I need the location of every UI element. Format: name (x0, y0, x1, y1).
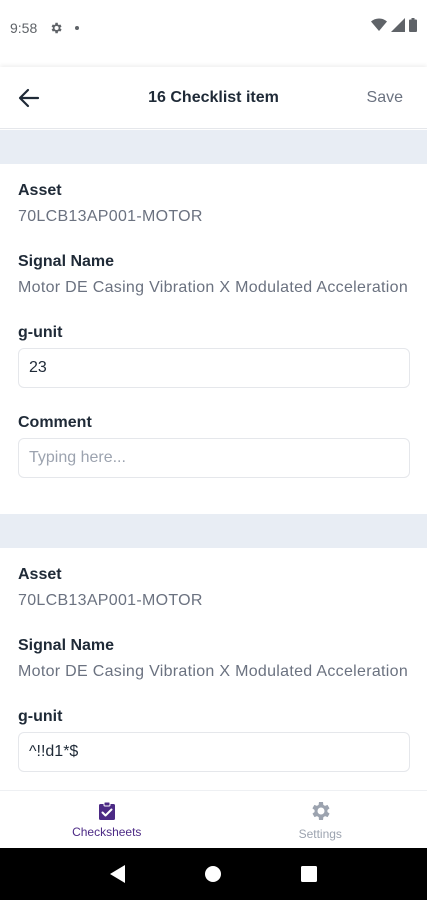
system-recents-button[interactable] (298, 863, 320, 885)
status-icons (371, 18, 417, 37)
g-unit-input[interactable]: ^!!d1*$ (18, 732, 410, 772)
signal-name-label: Signal Name (18, 253, 115, 270)
page-title: 16 Checklist item (148, 89, 279, 106)
status-time: 9:58 (10, 20, 38, 36)
triangle-back-icon (109, 865, 125, 883)
asset-value: 70LCB13AP001-MOTOR (18, 592, 203, 609)
comment-label: Comment (18, 414, 92, 431)
signal-icon (391, 18, 405, 37)
circle-home-icon (205, 866, 222, 882)
asset-label: Asset (18, 182, 62, 199)
g-unit-label: g-unit (18, 708, 63, 725)
notification-dot-icon (75, 26, 80, 30)
status-bar: 9:58 (0, 0, 427, 56)
system-back-button[interactable] (107, 863, 129, 885)
app-header: 16 Checklist item Save (0, 67, 427, 129)
system-home-button[interactable] (202, 863, 224, 885)
nav-label-settings: Settings (298, 826, 342, 841)
gear-icon (312, 801, 330, 820)
section-separator (0, 514, 427, 548)
save-button[interactable]: Save (367, 89, 403, 107)
bottom-navigation: Checksheets Settings (0, 790, 427, 848)
g-unit-label: g-unit (18, 324, 63, 341)
section-separator (0, 130, 427, 164)
checklist-card: Asset 70LCB13AP001-MOTOR Signal Name Mot… (0, 164, 427, 514)
battery-icon (409, 18, 417, 37)
asset-value: 70LCB13AP001-MOTOR (18, 208, 203, 225)
signal-name-value: Motor DE Casing Vibration X Modulated Ac… (18, 663, 409, 680)
asset-label: Asset (18, 566, 62, 583)
signal-name-label: Signal Name (18, 637, 115, 654)
gear-icon (49, 21, 63, 35)
signal-name-value: Motor DE Casing Vibration X Modulated Ac… (18, 279, 409, 296)
g-unit-input[interactable]: 23 (18, 348, 410, 388)
nav-item-checksheets[interactable]: Checksheets (0, 791, 214, 848)
nav-label-checksheets: Checksheets (72, 824, 142, 839)
checklist-card: Asset 70LCB13AP001-MOTOR Signal Name Mot… (0, 548, 427, 790)
nav-item-settings[interactable]: Settings (214, 791, 427, 848)
checklist-icon (98, 801, 115, 820)
square-recents-icon (301, 866, 318, 882)
wifi-icon (371, 18, 387, 37)
comment-input[interactable]: Typing here... (18, 438, 410, 478)
checklist-content[interactable]: Asset 70LCB13AP001-MOTOR Signal Name Mot… (0, 130, 427, 790)
system-navigation-bar (0, 848, 427, 900)
